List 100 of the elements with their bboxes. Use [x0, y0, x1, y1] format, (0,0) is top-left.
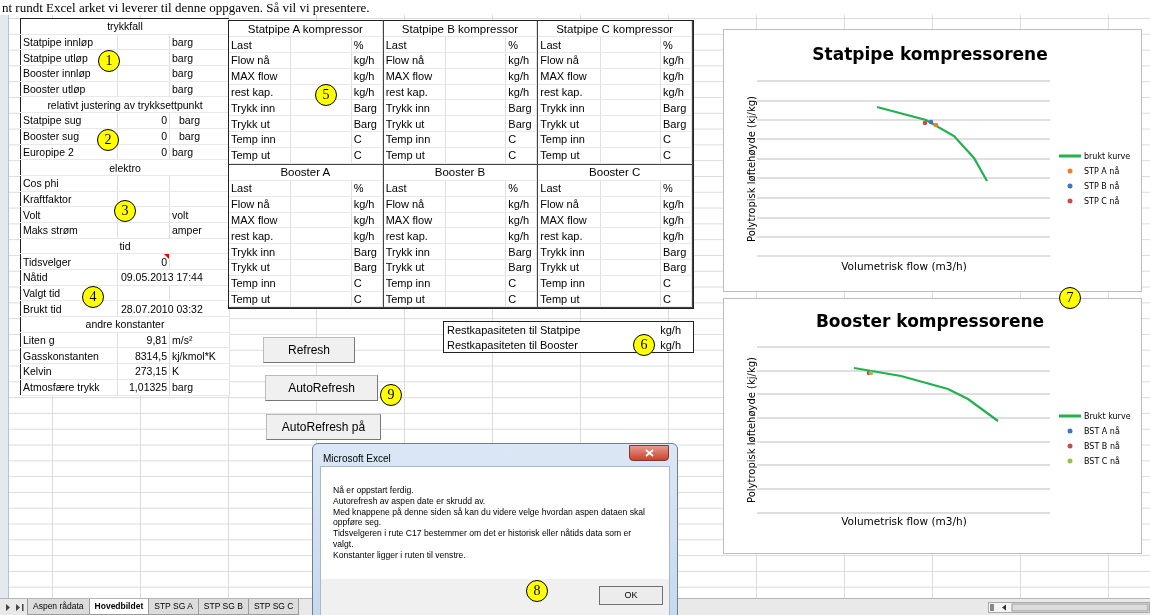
- unit-label: kg/h: [505, 212, 537, 228]
- cell-label: Booster utløp: [20, 81, 118, 97]
- cell-label: Temp ut: [229, 147, 291, 164]
- legend-label: brukt kurve: [1084, 152, 1131, 161]
- cell-label: Temp inn: [538, 131, 601, 148]
- section-heading: Booster C: [538, 164, 692, 181]
- cell-label: Liten g: [20, 332, 118, 348]
- cell-label: Last: [383, 180, 446, 197]
- sheet-tab[interactable]: STP SG A: [148, 599, 199, 615]
- legend-label: STP A nå: [1084, 167, 1120, 176]
- unit-label: Barg: [660, 243, 692, 260]
- unit-label: C: [660, 275, 692, 292]
- cell-label: Flow nå: [383, 52, 446, 69]
- unit-label: kg/h: [351, 227, 383, 244]
- unit-label: C: [351, 275, 383, 292]
- unit-label: %: [660, 180, 692, 197]
- unit-label: kg/h: [351, 68, 383, 85]
- legend-label: Brukt kurve: [1084, 412, 1131, 421]
- unit-label: C: [505, 131, 537, 148]
- cell-label: Nåtid: [20, 269, 118, 286]
- unit-label: C: [660, 131, 692, 148]
- close-button[interactable]: [629, 445, 669, 461]
- unit-label: barg: [169, 379, 230, 395]
- cell-label: Trykk ut: [538, 259, 601, 276]
- legend-label: STP C nå: [1084, 197, 1120, 206]
- macro-button[interactable]: AutoRefresh: [265, 375, 378, 401]
- chart-title: Statpipe kompressorene: [812, 44, 1048, 64]
- unit-label: kg/h: [660, 227, 692, 244]
- cell-value: 0: [117, 253, 170, 270]
- cell-label: Flow nå: [229, 196, 291, 213]
- unit-label: C: [505, 291, 537, 307]
- unit-label: kg/h: [351, 52, 383, 69]
- unit-label: C: [660, 291, 692, 307]
- cell-label: rest kap.: [383, 227, 446, 244]
- cell-label: Statpipe innløp: [20, 34, 118, 50]
- unit-label: K: [169, 363, 230, 380]
- unit-label: kg/h: [505, 84, 537, 100]
- section-heading: Booster A: [229, 164, 383, 181]
- cell-label: Temp inn: [383, 131, 446, 148]
- cell-label: Trykk inn: [229, 100, 291, 116]
- unit-label: Barg: [351, 259, 383, 276]
- unit-label: kg/h: [505, 196, 537, 213]
- unit-label: %: [505, 36, 537, 53]
- macro-button[interactable]: Refresh: [263, 337, 355, 363]
- cell-value: 1,01325: [117, 379, 170, 395]
- cell-label: Restkapasiteten til Booster: [443, 337, 630, 353]
- cell-label: MAX flow: [538, 68, 601, 85]
- unit-label: kg/h: [351, 212, 383, 228]
- cell-label: Trykk inn: [383, 243, 446, 260]
- cell-label: Trykk ut: [538, 115, 601, 132]
- cell-label: MAX flow: [383, 212, 446, 228]
- unit-label: kg/h: [505, 52, 537, 69]
- unit-label: C: [505, 275, 537, 292]
- cell-label: Flow nå: [383, 196, 446, 213]
- message-text: Konstanter ligger i ruten til venstre.: [333, 549, 467, 561]
- macro-button[interactable]: AutoRefresh på: [266, 414, 381, 440]
- cell-label: Temp inn: [229, 275, 291, 292]
- sheet-tab[interactable]: Aspen rådata: [27, 599, 90, 615]
- cell-label: Last: [229, 180, 291, 197]
- section-heading: Booster B: [383, 164, 537, 181]
- unit-label: kg/h: [660, 68, 692, 85]
- cell-label: Trykk ut: [229, 115, 291, 132]
- cell-label: Flow nå: [538, 52, 601, 69]
- axis-title: Volumetrisk flow (m3/h): [841, 260, 967, 272]
- cell-label: Temp ut: [383, 147, 446, 164]
- legend-label: STP B nå: [1084, 182, 1120, 191]
- cell-label: Atmosfære trykk: [20, 379, 118, 395]
- cell-label: Flow nå: [538, 196, 601, 213]
- unit-label: kg/h: [505, 227, 537, 244]
- cell-label: Trykk inn: [383, 100, 446, 116]
- cell-label: Trykk ut: [383, 115, 446, 132]
- message-text: Autorefresh av aspen date er skrudd av.: [333, 495, 487, 507]
- cell-label: Temp inn: [383, 275, 446, 292]
- sheet-tab[interactable]: Hovedbildet: [88, 599, 150, 615]
- cell-label: Temp ut: [538, 147, 601, 164]
- cell-label: MAX flow: [383, 68, 446, 85]
- sheet-tab[interactable]: STP SG B: [197, 599, 249, 615]
- unit-label: %: [351, 180, 383, 197]
- cell-label: Trykk inn: [538, 100, 601, 116]
- cell-label: MAX flow: [229, 212, 291, 228]
- section-heading: Statpipe A kompressor: [229, 21, 383, 37]
- axis-title: Volumetrisk flow (m3/h): [841, 515, 967, 527]
- unit-label: kg/h: [351, 84, 383, 100]
- unit-label: Barg: [660, 115, 692, 132]
- document-text: nt rundt Excel arket vi leverer til denne oppgaven. Så vil vi presentere.: [1, 0, 371, 15]
- unit-label: %: [505, 180, 537, 197]
- unit-label: Barg: [505, 115, 537, 132]
- cell-label: rest kap.: [383, 84, 446, 100]
- unit-label: Barg: [505, 243, 537, 260]
- ok-button[interactable]: OK: [599, 586, 663, 605]
- sheet-tab[interactable]: STP SG C: [247, 599, 300, 615]
- cell-label: Temp inn: [229, 131, 291, 148]
- cell-label: Kelvin: [20, 363, 118, 380]
- message-text: Med knappene på denne siden så kan du videre velge hvordan aspen dataen skal oppføre seg.: [333, 506, 645, 528]
- close-icon: [644, 449, 654, 457]
- cell-label: Flow nå: [229, 52, 291, 69]
- unit-label: %: [660, 36, 692, 53]
- cell-label: Gasskonstanten: [20, 347, 118, 364]
- message-text: Nå er oppstart ferdig.: [333, 485, 415, 496]
- cell-label: rest kap.: [538, 227, 601, 244]
